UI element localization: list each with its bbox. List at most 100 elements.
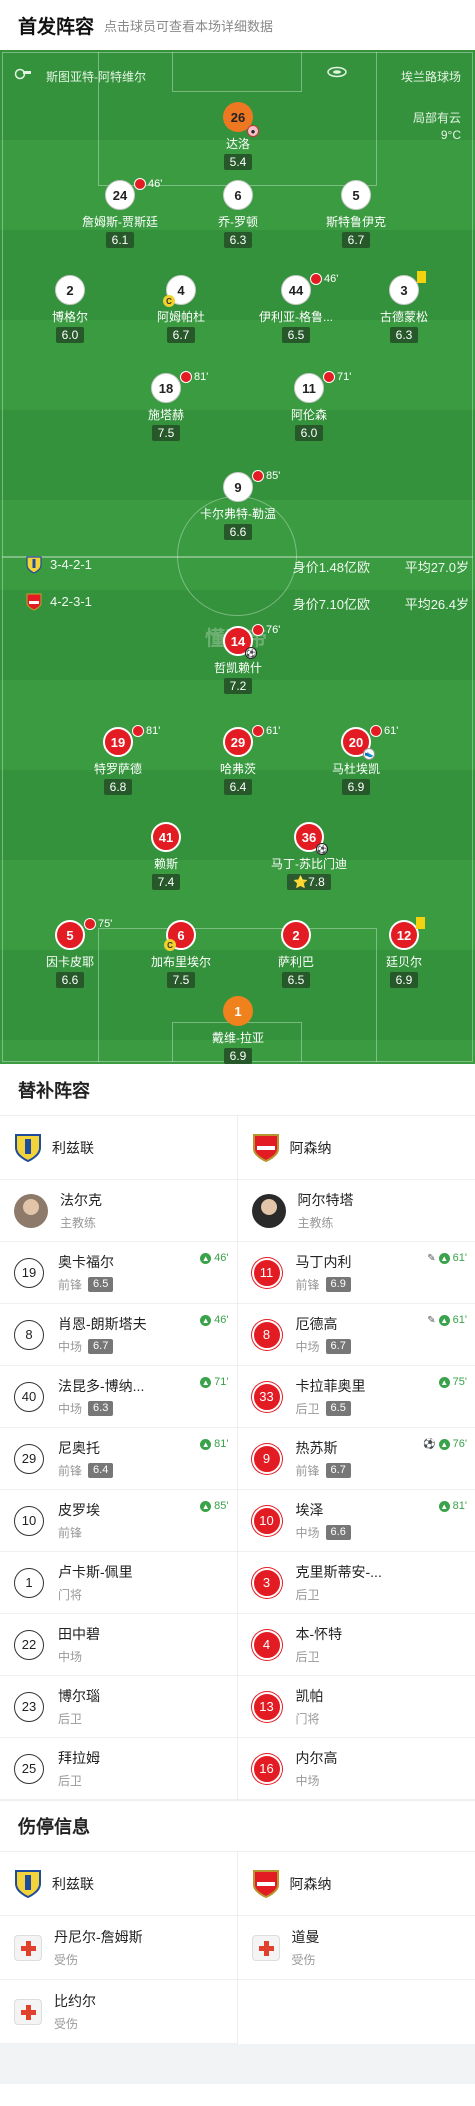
shirt-number: 10 (14, 1505, 44, 1536)
injury-row[interactable]: 比约尔 受伤 (0, 1980, 237, 2044)
player-position: 后卫 (295, 1650, 320, 1664)
player-position: 后卫 (295, 1402, 320, 1416)
player-name: 克里斯蒂安-... (295, 1564, 382, 1580)
player-rating: 7.5 (166, 972, 196, 988)
home-team-row[interactable]: 利兹联 (0, 1116, 237, 1180)
injuries-title: 伤停信息 (0, 1800, 475, 1852)
player-home-def-1[interactable]: 24 46' 詹姆斯-贾斯廷 6.1 (60, 178, 180, 249)
player-name: 马丁内利 (295, 1254, 352, 1270)
sub-out-tag: 76' (252, 624, 280, 636)
player-home-mid-1[interactable]: 2 博格尔 6.0 (10, 275, 130, 344)
away-sub-row[interactable]: 9 热苏斯 前锋 6.7 ⚽ ▲ 76' (237, 1428, 475, 1490)
home-sub-row[interactable]: 22 田中碧 中场 (0, 1614, 237, 1676)
shirt-number: 5 (55, 920, 85, 950)
away-team-row[interactable]: 阿森纳 (237, 1116, 475, 1180)
player-away-def-2[interactable]: 6 C 加布里埃尔 7.5 (121, 920, 241, 989)
home-sub-row[interactable]: 23 博尔瑙 后卫 (0, 1676, 237, 1738)
away-sub-row[interactable]: 16 内尔高 中场 (237, 1738, 475, 1800)
player-away-def-3[interactable]: 2 萨利巴 6.5 (236, 920, 356, 989)
referee-name: 斯图亚特-阿特维尔 (46, 70, 146, 84)
player-away-def-1[interactable]: 5 75' 因卡皮耶 6.6 (10, 918, 130, 989)
away-sub-row[interactable]: 33 卡拉菲奥里 后卫 6.5 ▲ 75' (237, 1366, 475, 1428)
player-rating: 7.4 (151, 874, 181, 890)
away-sub-row[interactable]: 11 马丁内利 前锋 6.9 ✎ ▲ 61' (237, 1242, 475, 1304)
away-sub-row[interactable]: 4 本-怀特 后卫 (237, 1614, 475, 1676)
sub-in-icon: ▲ (200, 1438, 212, 1450)
injury-row[interactable]: 丹尼尔-詹姆斯 受伤 (0, 1916, 237, 1980)
player-home-mid-3[interactable]: 44 46' 伊利亚-格鲁... 6.5 (236, 273, 356, 344)
home-injury-team[interactable]: 利兹联 (0, 1852, 237, 1916)
player-home-def-3[interactable]: 5 斯特鲁伊克 6.7 (296, 180, 416, 249)
sub-in-tag: ▲ 46' (200, 1314, 229, 1326)
player-away-dm-2[interactable]: 36 ⚽ 马丁-苏比门迪 ⭐7.8 (249, 822, 369, 891)
player-home-mid-4[interactable]: 3 古德蒙松 6.3 (344, 271, 464, 344)
player-home-am-1[interactable]: 18 81' 施塔赫 7.5 (106, 371, 226, 442)
away-injury-team[interactable]: 阿森纳 (237, 1852, 475, 1916)
player-rating: 6.9 (223, 1048, 253, 1064)
player-home-am-2[interactable]: 11 71' 阿伦森 6.0 (249, 371, 369, 442)
home-sub-row[interactable]: 10 皮罗埃 前锋 ▲ 85' (0, 1490, 237, 1552)
away-coach[interactable]: 阿尔特塔 主教练 (237, 1180, 475, 1242)
player-rating: 6.7 (325, 1339, 351, 1354)
away-team-name: 阿森纳 (289, 1875, 332, 1892)
player-away-st[interactable]: 14 ⚽ 76' 哲凯赖什 7.2 (178, 624, 298, 695)
home-sub-row[interactable]: 1 卢卡斯-佩里 门将 (0, 1552, 237, 1614)
subs-title: 替补阵容 (0, 1064, 475, 1116)
player-away-gk[interactable]: 1 戴维-拉亚 6.9 (178, 996, 298, 1064)
away-sub-row[interactable]: 8 厄德高 中场 6.7 ✎ ▲ 61' (237, 1304, 475, 1366)
player-away-am-1[interactable]: 19 81' 特罗萨德 6.8 (58, 725, 178, 796)
player-home-mid-2[interactable]: 4 C 阿姆帕杜 6.7 (121, 275, 241, 344)
away-sub-row[interactable]: 3 克里斯蒂安-... 后卫 (237, 1552, 475, 1614)
player-home-def-2[interactable]: 6 乔-罗顿 6.3 (178, 180, 298, 249)
player-rating: 6.6 (325, 1525, 351, 1540)
home-coach[interactable]: 法尔克 主教练 (0, 1180, 237, 1242)
sub-out-tag: 75' (84, 918, 112, 930)
away-value: 身价7.10亿欧 (292, 597, 370, 612)
player-name: 博尔瑙 (58, 1688, 100, 1704)
player-away-def-4[interactable]: 12 廷贝尔 6.9 (344, 917, 464, 989)
home-sub-row[interactable]: 8 肖恩-朗斯塔夫 中场 6.7 ▲ 46' (0, 1304, 237, 1366)
shirt-number: 22 (14, 1629, 44, 1660)
coach-role: 主教练 (297, 1216, 334, 1230)
player-name: 特罗萨德 (93, 762, 142, 776)
coach-name: 法尔克 (60, 1192, 102, 1208)
goal-icon: ⚽ (316, 843, 328, 855)
player-name: 厄德高 (295, 1316, 338, 1332)
player-name: 加布里埃尔 (150, 955, 211, 969)
player-away-am-3[interactable]: 20 👟 61' 马杜埃凯 6.9 (296, 725, 416, 796)
player-home-st[interactable]: 9 85' 卡尔弗特-勒温 6.6 (178, 470, 298, 541)
shirt-number: 13 (251, 1691, 282, 1722)
injury-row[interactable]: 道曼 受伤 (237, 1916, 475, 1980)
sub-out-icon (370, 725, 382, 737)
assist-icon: ✎ (427, 1252, 436, 1264)
player-position: 门将 (58, 1588, 83, 1602)
player-rating: 6.7 (166, 327, 196, 343)
player-position: 中场 (58, 1650, 83, 1664)
player-away-dm-1[interactable]: 41 赖斯 7.4 (106, 822, 226, 891)
sub-out-tag: 46' (310, 273, 338, 285)
shirt-number: 26 ● (223, 102, 259, 137)
leeds-crest-icon (15, 1133, 41, 1162)
player-name: 尼奥托 (58, 1440, 100, 1456)
home-avg-age: 平均27.0岁 (404, 560, 469, 575)
shirt-number: 19 (103, 727, 133, 757)
home-sub-row[interactable]: 25 拜拉姆 后卫 (0, 1738, 237, 1800)
player-away-am-2[interactable]: 29 61' 哈弗茨 6.4 (178, 725, 298, 796)
shirt-number: 44 (281, 275, 311, 305)
home-sub-row[interactable]: 40 法昆多-博纳... 中场 6.3 ▲ 71' (0, 1366, 237, 1428)
own-goal-icon: ● (247, 125, 259, 137)
player-name: 哈弗茨 (219, 762, 256, 776)
player-name: 热苏斯 (295, 1440, 338, 1456)
away-sub-row[interactable]: 13 凯帕 门将 (237, 1676, 475, 1738)
star-icon: ⭐ (293, 875, 309, 889)
player-home-gk[interactable]: 26 ● 达洛 5.4 (178, 102, 298, 171)
home-sub-row[interactable]: 29 尼奥托 前锋 6.4 ▲ 81' (0, 1428, 237, 1490)
injury-status: 受伤 (54, 1953, 79, 1967)
sub-out-icon (134, 178, 146, 190)
away-team-name: 阿森纳 (289, 1139, 332, 1156)
footer-spacer (0, 2044, 475, 2084)
player-position: 中场 (58, 1340, 83, 1354)
away-sub-row[interactable]: 10 埃泽 中场 6.6 ▲ 81' (237, 1490, 475, 1552)
player-name: 博格尔 (51, 310, 88, 324)
home-sub-row[interactable]: 19 奥卡福尔 前锋 6.5 ▲ 46' (0, 1242, 237, 1304)
